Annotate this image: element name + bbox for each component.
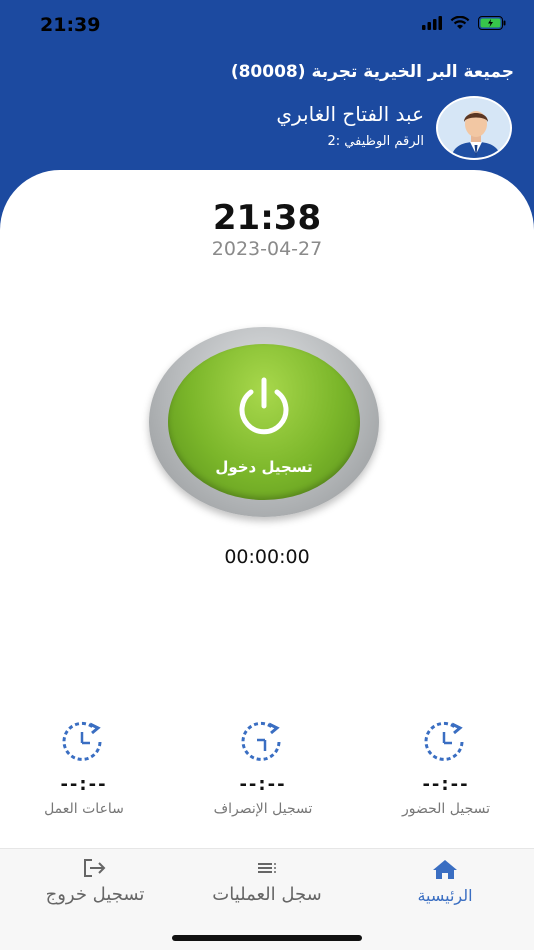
tab-home[interactable]: الرئيسية xyxy=(380,858,510,905)
list-icon xyxy=(258,863,276,873)
wifi-icon xyxy=(450,16,470,29)
stat-checkout-label: تسجيل الإنصراف xyxy=(213,801,313,817)
status-time: 21:39 xyxy=(40,14,101,36)
home-icon xyxy=(433,860,457,879)
stat-work-hours-label: ساعات العمل xyxy=(44,801,124,817)
stat-attendance-value: --:-- xyxy=(422,774,470,795)
power-icon xyxy=(239,377,289,435)
current-time: 21:38 xyxy=(212,198,322,238)
stat-checkout: --:-- تسجيل الإنصراف xyxy=(183,720,343,817)
organization-name: جميعة البر الخيرية تجربة (80008) xyxy=(230,62,514,82)
tab-logout[interactable]: تسجيل خروج xyxy=(20,858,170,905)
clock-icon xyxy=(241,721,281,761)
elapsed-timer: 00:00:00 xyxy=(224,546,310,568)
tab-home-label: الرئيسية xyxy=(417,886,473,905)
battery-icon xyxy=(478,16,506,30)
check-in-label: تسجيل دخول xyxy=(215,458,313,476)
stat-work-hours: --:-- ساعات العمل xyxy=(4,720,164,817)
tab-logout-label: تسجيل خروج xyxy=(45,884,145,905)
tab-operations-log[interactable]: سجل العمليات xyxy=(192,858,342,905)
stat-checkout-value: --:-- xyxy=(239,774,287,795)
tab-operations-log-label: سجل العمليات xyxy=(212,884,322,905)
signal-icon xyxy=(422,16,442,30)
check-in-button-face[interactable]: تسجيل دخول xyxy=(168,344,360,500)
employee-id: الرقم الوظيفي :2 xyxy=(327,134,424,149)
avatar[interactable] xyxy=(436,96,512,160)
home-indicator[interactable] xyxy=(172,935,362,941)
current-date: 2023-04-27 xyxy=(211,238,323,260)
logout-icon xyxy=(84,859,106,877)
stat-work-hours-value: --:-- xyxy=(60,774,108,795)
clock-icon xyxy=(424,721,464,761)
status-icons xyxy=(422,16,506,30)
clock-icon xyxy=(62,721,102,761)
stat-attendance-label: تسجيل الحضور xyxy=(401,801,491,817)
user-name: عبد الفتاح الغابري xyxy=(276,102,424,126)
check-in-button[interactable]: تسجيل دخول xyxy=(149,327,379,517)
stat-attendance: --:-- تسجيل الحضور xyxy=(366,720,526,817)
